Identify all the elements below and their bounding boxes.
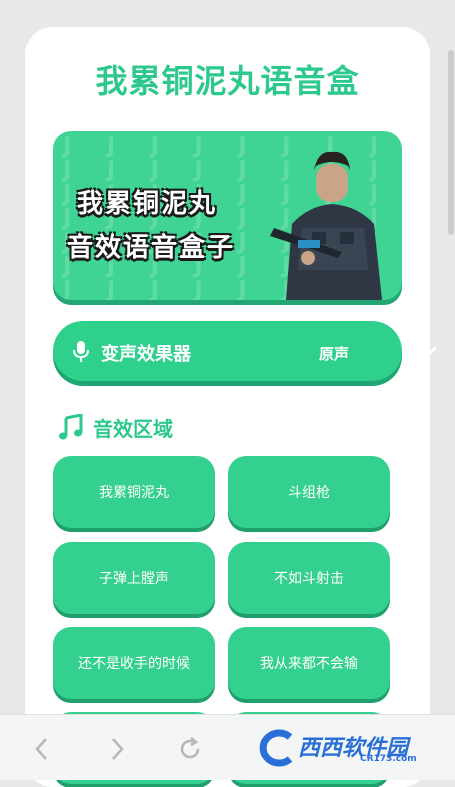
banner-title-line1: 我累铜泥丸: [77, 189, 218, 219]
watermark-c-icon: [259, 729, 293, 767]
watermark-site: CR173.com: [360, 754, 417, 764]
refresh-icon[interactable]: [178, 737, 202, 761]
back-arrow-icon[interactable]: [34, 737, 50, 761]
watermark-logo: 西西软件园 CR173.com: [252, 727, 432, 769]
sound-section-title: 音效区域: [93, 417, 173, 441]
voice-changer-value: 原声: [319, 345, 350, 363]
sound-button-5[interactable]: 还不是收手的时候: [53, 627, 215, 699]
banner-title-line2: 音效语音盒子: [67, 233, 236, 263]
forward-arrow-icon[interactable]: [109, 737, 125, 761]
sound-button-4[interactable]: 不如斗射击: [228, 542, 390, 614]
sound-button-3[interactable]: 子弹上膛声: [53, 542, 215, 614]
chevron-down-icon: [417, 346, 437, 358]
music-note-icon: [59, 414, 83, 440]
voice-changer-label: 变声效果器: [101, 344, 191, 365]
sound-button-1[interactable]: 我累铜泥丸: [53, 456, 215, 528]
sound-button-6[interactable]: 我从来都不会输: [228, 627, 390, 699]
page-title: 我累铜泥丸语音盒: [95, 62, 360, 100]
hero-banner: J J J J J J J J J J J J J J J J J J J J …: [53, 131, 402, 300]
voice-changer-dropdown[interactable]: 变声效果器 原声: [53, 321, 437, 381]
sound-button-2[interactable]: 斗组枪: [228, 456, 390, 528]
soldier-figure: [270, 151, 382, 300]
microphone-icon: [73, 341, 89, 362]
scrollbar[interactable]: [448, 50, 454, 235]
